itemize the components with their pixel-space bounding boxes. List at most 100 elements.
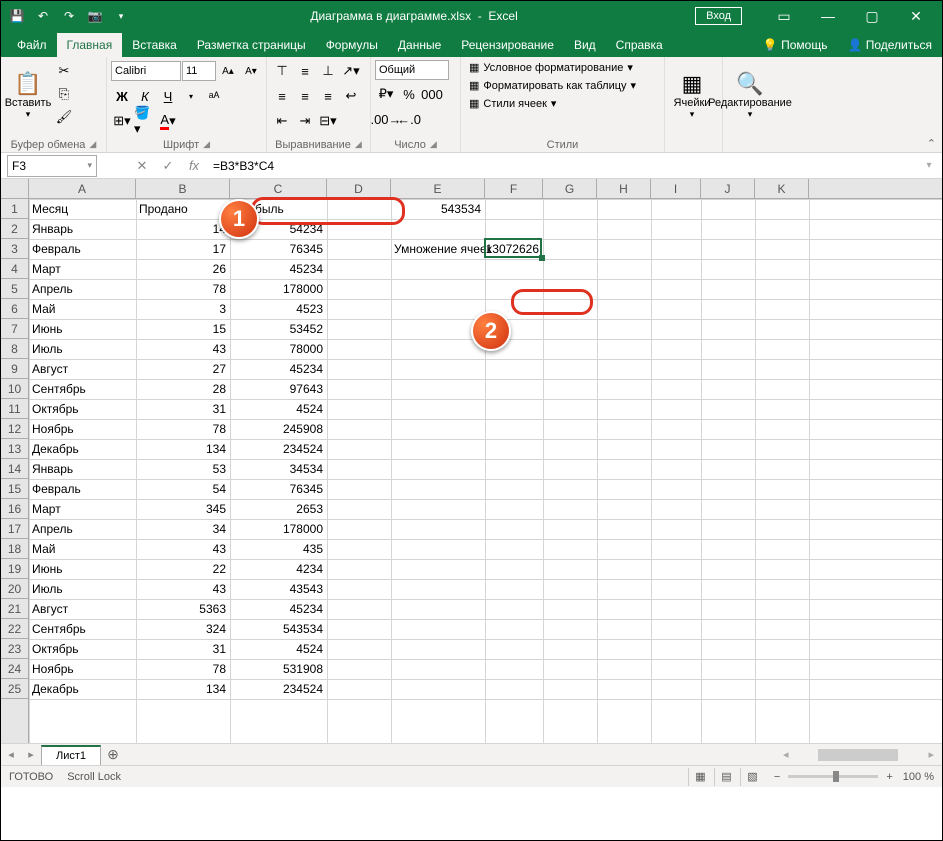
collapse-ribbon-icon[interactable]: ⌃ — [927, 137, 936, 150]
select-all-corner[interactable] — [1, 179, 29, 198]
cell-C20[interactable]: 43543 — [230, 579, 326, 598]
row-header-17[interactable]: 17 — [1, 519, 28, 539]
cell-A14[interactable]: Январь — [29, 459, 135, 478]
row-header-12[interactable]: 12 — [1, 419, 28, 439]
cell-B13[interactable]: 134 — [136, 439, 229, 458]
row-header-14[interactable]: 14 — [1, 459, 28, 479]
fill-handle[interactable] — [539, 255, 545, 261]
cell-A3[interactable]: Февраль — [29, 239, 135, 258]
hscroll-left-icon[interactable]: ◂ — [783, 748, 789, 761]
row-header-5[interactable]: 5 — [1, 279, 28, 299]
cell-E3[interactable]: Умножение ячеек — [391, 239, 493, 258]
merge-icon[interactable]: ⊟▾ — [317, 110, 339, 132]
cell-B16[interactable]: 345 — [136, 499, 229, 518]
cell-B6[interactable]: 3 — [136, 299, 229, 318]
col-header-J[interactable]: J — [701, 179, 755, 198]
cell-A8[interactable]: Июль — [29, 339, 135, 358]
cell-A1[interactable]: Месяц — [29, 199, 135, 218]
cell-B4[interactable]: 26 — [136, 259, 229, 278]
sheet-tab[interactable]: Лист1 — [41, 745, 101, 765]
row-header-13[interactable]: 13 — [1, 439, 28, 459]
cell-C12[interactable]: 245908 — [230, 419, 326, 438]
increase-indent-icon[interactable]: ⇥ — [294, 110, 316, 132]
cell-A25[interactable]: Декабрь — [29, 679, 135, 698]
cell-C6[interactable]: 4523 — [230, 299, 326, 318]
row-header-4[interactable]: 4 — [1, 259, 28, 279]
increase-font-icon[interactable]: A▴ — [217, 60, 239, 82]
close-icon[interactable]: ✕ — [894, 2, 938, 30]
paste-button[interactable]: 📋Вставить▾ — [5, 60, 51, 130]
tell-me[interactable]: 💡 Помощь — [753, 33, 838, 57]
cell-B12[interactable]: 78 — [136, 419, 229, 438]
cell-B24[interactable]: 78 — [136, 659, 229, 678]
col-header-D[interactable]: D — [327, 179, 391, 198]
maximize-icon[interactable]: ▢ — [850, 2, 894, 30]
row-header-25[interactable]: 25 — [1, 679, 28, 699]
login-button[interactable]: Вход — [695, 7, 742, 25]
expand-formula-icon[interactable]: ▾ — [916, 155, 942, 177]
cell-C8[interactable]: 78000 — [230, 339, 326, 358]
col-header-B[interactable]: B — [136, 179, 230, 198]
row-header-16[interactable]: 16 — [1, 499, 28, 519]
row-header-8[interactable]: 8 — [1, 339, 28, 359]
row-header-7[interactable]: 7 — [1, 319, 28, 339]
tab-layout[interactable]: Разметка страницы — [187, 33, 316, 57]
cell-B11[interactable]: 31 — [136, 399, 229, 418]
row-header-19[interactable]: 19 — [1, 559, 28, 579]
align-middle-icon[interactable]: ≡ — [294, 60, 316, 82]
share-button[interactable]: 👤 Поделиться — [837, 33, 942, 57]
cell-A10[interactable]: Сентябрь — [29, 379, 135, 398]
redo-icon[interactable]: ↷ — [57, 4, 81, 28]
row-header-22[interactable]: 22 — [1, 619, 28, 639]
cell-A16[interactable]: Март — [29, 499, 135, 518]
cell-C24[interactable]: 531908 — [230, 659, 326, 678]
cell-A22[interactable]: Сентябрь — [29, 619, 135, 638]
row-header-23[interactable]: 23 — [1, 639, 28, 659]
dialog-launcher-icon[interactable]: ◢ — [203, 139, 210, 151]
row-header-18[interactable]: 18 — [1, 539, 28, 559]
format-painter-icon[interactable]: 🖌 — [53, 106, 75, 128]
cell-C10[interactable]: 97643 — [230, 379, 326, 398]
fill-color-icon[interactable]: 🪣▾ — [134, 110, 156, 132]
cell-B17[interactable]: 34 — [136, 519, 229, 538]
dialog-launcher-icon[interactable]: ◢ — [355, 139, 362, 151]
cell-A9[interactable]: Август — [29, 359, 135, 378]
decrease-indent-icon[interactable]: ⇤ — [271, 110, 293, 132]
cell-A7[interactable]: Июнь — [29, 319, 135, 338]
view-page-break-icon[interactable]: ▧ — [740, 768, 764, 786]
view-page-layout-icon[interactable]: ▤ — [714, 768, 738, 786]
undo-icon[interactable]: ↶ — [31, 4, 55, 28]
align-top-icon[interactable]: ⊤ — [271, 60, 293, 82]
dialog-launcher-icon[interactable]: ◢ — [430, 139, 437, 151]
cell-A21[interactable]: Август — [29, 599, 135, 618]
cell-B21[interactable]: 5363 — [136, 599, 229, 618]
cell-A11[interactable]: Октябрь — [29, 399, 135, 418]
row-header-15[interactable]: 15 — [1, 479, 28, 499]
row-header-1[interactable]: 1 — [1, 199, 28, 219]
cell-C17[interactable]: 178000 — [230, 519, 326, 538]
fx-icon[interactable]: fx — [181, 155, 207, 177]
cell-B2[interactable]: 14 — [136, 219, 229, 238]
cell-A17[interactable]: Апрель — [29, 519, 135, 538]
cell-A4[interactable]: Март — [29, 259, 135, 278]
tab-help[interactable]: Справка — [606, 33, 673, 57]
cell-C14[interactable]: 34534 — [230, 459, 326, 478]
row-header-3[interactable]: 3 — [1, 239, 28, 259]
row-header-9[interactable]: 9 — [1, 359, 28, 379]
cell-C18[interactable]: 435 — [230, 539, 326, 558]
hscroll-right-icon[interactable]: ▸ — [928, 748, 934, 761]
cell-C25[interactable]: 234524 — [230, 679, 326, 698]
cell-C15[interactable]: 76345 — [230, 479, 326, 498]
bold-button[interactable]: Ж — [111, 85, 133, 107]
font-color-icon[interactable]: A▾ — [157, 110, 179, 132]
cells-area[interactable]: МесяцПроданоПрибыльЯнварь1454234Февраль1… — [29, 199, 942, 743]
sheet-nav-next-icon[interactable]: ▸ — [21, 748, 41, 761]
col-header-C[interactable]: C — [230, 179, 327, 198]
cell-B19[interactable]: 22 — [136, 559, 229, 578]
cell-C7[interactable]: 53452 — [230, 319, 326, 338]
cell-C4[interactable]: 45234 — [230, 259, 326, 278]
cell-C22[interactable]: 543534 — [230, 619, 326, 638]
number-format-select[interactable] — [375, 60, 449, 80]
col-header-H[interactable]: H — [597, 179, 651, 198]
zoom-in-icon[interactable]: + — [886, 771, 892, 783]
